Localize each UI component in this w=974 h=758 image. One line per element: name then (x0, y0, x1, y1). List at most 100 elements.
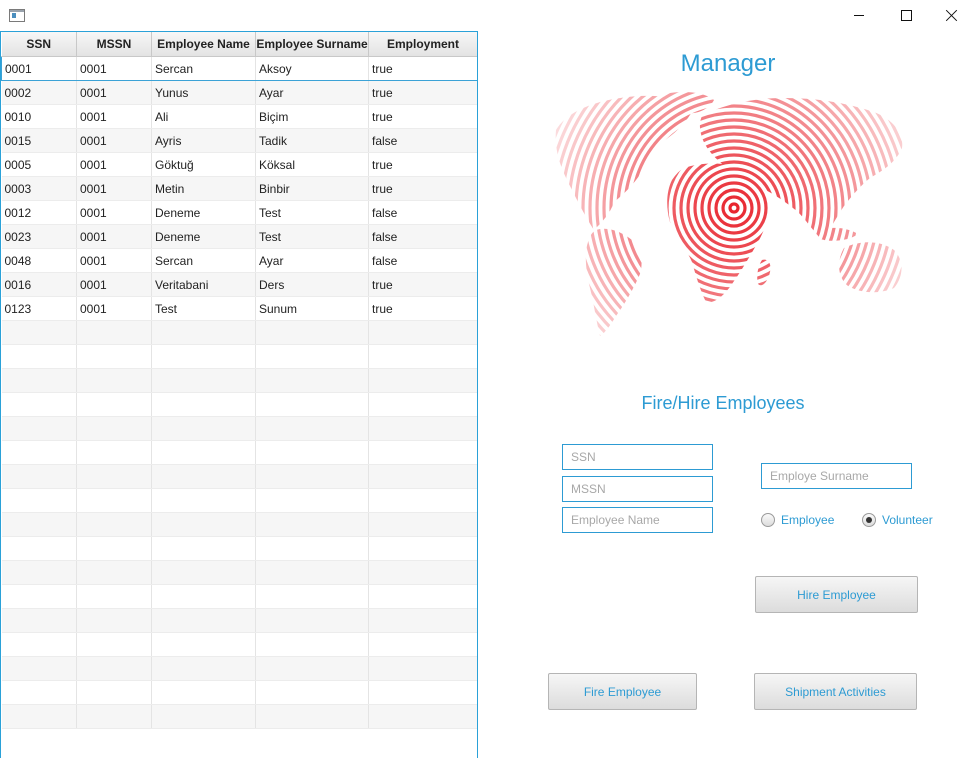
table-cell[interactable]: 0005 (1, 152, 77, 177)
table-row[interactable]: 0016 0001 Veritabani Ders true (1, 272, 477, 297)
volunteer-radio[interactable]: Volunteer (862, 513, 933, 527)
table-cell[interactable] (368, 320, 477, 345)
table-cell[interactable]: 0001 (76, 152, 152, 177)
table-cell[interactable]: 0010 (1, 104, 77, 129)
table-cell[interactable]: true (368, 152, 477, 177)
table-cell[interactable]: Ali (151, 104, 256, 129)
hire-employee-button[interactable]: Hire Employee (755, 576, 918, 613)
table-cell[interactable] (76, 344, 152, 369)
table-cell[interactable] (368, 440, 477, 465)
table-cell[interactable] (255, 416, 369, 441)
table-cell[interactable]: 0001 (76, 104, 152, 129)
table-cell[interactable] (76, 416, 152, 441)
shipment-activities-button[interactable]: Shipment Activities (754, 673, 917, 710)
fire-employee-button[interactable]: Fire Employee (548, 673, 697, 710)
table-cell[interactable] (255, 608, 369, 633)
empty-table-row[interactable] (1, 512, 477, 537)
table-cell[interactable] (151, 392, 256, 417)
table-cell[interactable] (1, 344, 77, 369)
table-cell[interactable]: false (368, 224, 477, 249)
table-cell[interactable]: Deneme (151, 224, 256, 249)
table-cell[interactable] (368, 536, 477, 561)
table-cell[interactable] (76, 680, 152, 705)
table-cell[interactable] (76, 536, 152, 561)
empty-table-row[interactable] (1, 320, 477, 345)
table-cell[interactable] (255, 536, 369, 561)
table-cell[interactable]: Tadik (255, 128, 369, 153)
employee-surname-field[interactable] (761, 463, 912, 489)
table-cell[interactable] (368, 656, 477, 681)
table-cell[interactable]: Biçim (255, 104, 369, 129)
table-cell[interactable] (151, 320, 256, 345)
table-cell[interactable]: Metin (151, 176, 256, 201)
table-cell[interactable] (151, 368, 256, 393)
mssn-field[interactable] (562, 476, 713, 502)
empty-table-row[interactable] (1, 656, 477, 681)
empty-table-row[interactable] (1, 704, 477, 729)
column-header-mssn[interactable]: MSSN (76, 32, 152, 57)
table-cell[interactable] (76, 704, 152, 729)
empty-table-row[interactable] (1, 560, 477, 585)
table-cell[interactable]: false (368, 128, 477, 153)
table-cell[interactable] (368, 680, 477, 705)
table-cell[interactable] (1, 632, 77, 657)
table-cell[interactable] (1, 368, 77, 393)
table-cell[interactable]: Test (151, 296, 256, 321)
table-cell[interactable] (255, 632, 369, 657)
table-cell[interactable] (151, 560, 256, 585)
table-cell[interactable]: 0003 (1, 176, 77, 201)
table-cell[interactable] (255, 488, 369, 513)
table-cell[interactable]: true (368, 56, 477, 81)
table-cell[interactable] (76, 392, 152, 417)
table-cell[interactable]: 0001 (76, 128, 152, 153)
table-cell[interactable] (255, 344, 369, 369)
table-cell[interactable]: Aksoy (255, 56, 369, 81)
empty-table-row[interactable] (1, 680, 477, 705)
table-row[interactable]: 0003 0001 Metin Binbir true (1, 176, 477, 201)
table-cell[interactable] (151, 632, 256, 657)
table-cell[interactable]: Ders (255, 272, 369, 297)
empty-table-row[interactable] (1, 464, 477, 489)
table-cell[interactable]: true (368, 176, 477, 201)
table-cell[interactable]: Ayris (151, 128, 256, 153)
table-cell[interactable] (76, 656, 152, 681)
table-cell[interactable]: 0001 (76, 80, 152, 105)
table-cell[interactable]: true (368, 272, 477, 297)
table-cell[interactable] (1, 584, 77, 609)
table-cell[interactable]: 0015 (1, 128, 77, 153)
table-cell[interactable] (1, 704, 77, 729)
table-cell[interactable]: Sunum (255, 296, 369, 321)
table-cell[interactable]: 0001 (76, 56, 152, 81)
column-header-ssn[interactable]: SSN (1, 32, 77, 57)
employee-table[interactable]: SSN MSSN Employee Name Employee Surname … (0, 31, 478, 758)
column-header-employee-name[interactable]: Employee Name (151, 32, 256, 57)
table-cell[interactable]: 0123 (1, 296, 77, 321)
table-cell[interactable] (255, 320, 369, 345)
table-cell[interactable] (151, 608, 256, 633)
table-cell[interactable] (368, 704, 477, 729)
close-button[interactable] (929, 0, 974, 30)
table-cell[interactable]: 0001 (76, 272, 152, 297)
empty-table-row[interactable] (1, 536, 477, 561)
minimize-button[interactable] (836, 0, 882, 30)
table-cell[interactable] (368, 464, 477, 489)
table-cell[interactable] (368, 632, 477, 657)
table-cell[interactable] (255, 680, 369, 705)
table-cell[interactable]: false (368, 200, 477, 225)
table-cell[interactable] (255, 464, 369, 489)
table-cell[interactable] (76, 512, 152, 537)
table-cell[interactable] (76, 464, 152, 489)
volunteer-radio-button[interactable] (862, 513, 876, 527)
table-cell[interactable]: 0016 (1, 272, 77, 297)
table-cell[interactable]: Ayar (255, 248, 369, 273)
column-header-employment[interactable]: Employment (368, 32, 477, 57)
table-cell[interactable]: Veritabani (151, 272, 256, 297)
empty-table-row[interactable] (1, 632, 477, 657)
table-cell[interactable]: 0001 (1, 56, 77, 81)
table-row[interactable]: 0002 0001 Yunus Ayar true (1, 80, 477, 105)
table-cell[interactable] (255, 560, 369, 585)
employee-name-field[interactable] (562, 507, 713, 533)
table-cell[interactable]: Göktuğ (151, 152, 256, 177)
table-cell[interactable]: 0001 (76, 224, 152, 249)
table-cell[interactable]: false (368, 248, 477, 273)
